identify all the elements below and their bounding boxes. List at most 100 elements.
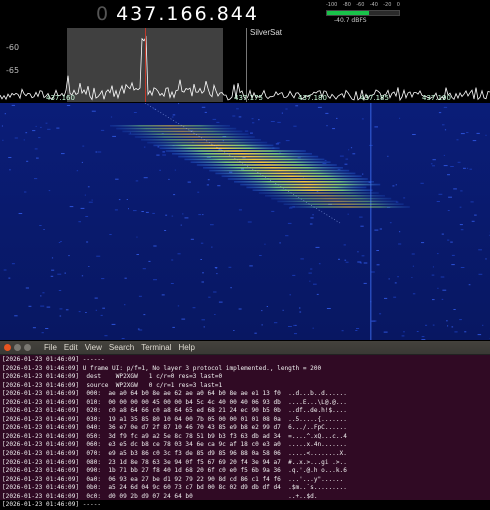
terminal-line: [2026-01-23 01:46:09] 080: 23 1d 8e 78 6… (2, 459, 490, 468)
menu-file[interactable]: File (44, 343, 57, 352)
waterfall-noise (477, 133, 480, 134)
waterfall-noise (345, 260, 347, 261)
waterfall-noise (213, 292, 216, 293)
waterfall-noise (77, 170, 78, 171)
waterfall-noise (215, 267, 218, 268)
waterfall-noise (299, 312, 301, 313)
waterfall-noise (325, 113, 328, 114)
waterfall-noise (276, 143, 279, 144)
frequency-tick: 437.185 (360, 94, 389, 102)
waterfall-noise (298, 157, 301, 158)
waterfall-noise (323, 163, 327, 164)
terminal-output[interactable]: [2026-01-23 01:46:09] ------ [2026-01-23… (0, 355, 490, 510)
terminal-window[interactable]: File Edit View Search Terminal Help [202… (0, 341, 490, 500)
waterfall-noise (450, 242, 453, 243)
waterfall-noise (441, 277, 445, 278)
waterfall-noise (448, 210, 450, 211)
waterfall-noise (453, 188, 457, 189)
menu-search[interactable]: Search (109, 343, 134, 352)
waterfall-noise (352, 153, 355, 154)
waterfall-noise (264, 244, 265, 245)
close-icon[interactable] (4, 344, 11, 351)
waterfall-noise (250, 133, 253, 134)
waterfall-noise (60, 308, 63, 309)
waterfall-noise (403, 197, 405, 198)
minimize-icon[interactable] (14, 344, 21, 351)
waterfall-noise (201, 243, 203, 244)
terminal-line: [2026-01-23 01:46:09] 020: c0 a8 64 66 c… (2, 407, 490, 416)
waterfall-signal-row (116, 128, 236, 130)
waterfall-noise (165, 215, 167, 216)
waterfall-signal-row (184, 159, 324, 161)
waterfall-noise (310, 217, 313, 218)
tuning-line[interactable] (145, 28, 146, 102)
waterfall-noise (85, 195, 86, 196)
waterfall-noise (258, 119, 260, 120)
waterfall-noise (98, 152, 102, 153)
menu-terminal[interactable]: Terminal (141, 343, 171, 352)
terminal-line: [2026-01-23 01:46:09] 0a0: 06 93 ea 27 b… (2, 476, 490, 485)
waterfall-noise (197, 192, 199, 193)
waterfall-noise (60, 316, 62, 317)
waterfall-noise (384, 298, 387, 299)
waterfall-noise (479, 274, 483, 275)
waterfall-noise (362, 255, 365, 256)
maximize-icon[interactable] (24, 344, 31, 351)
terminal-line: [2026-01-23 01:46:09] 010: 00 00 00 00 4… (2, 399, 490, 408)
waterfall-noise (439, 194, 443, 195)
waterfall-noise (153, 246, 156, 247)
waterfall-noise (205, 112, 207, 113)
waterfall-noise (245, 131, 248, 132)
frequency-tick: 437.175 (234, 94, 263, 102)
menu-view[interactable]: View (85, 343, 102, 352)
frequency-display[interactable]: 0437.166.844 (96, 3, 259, 27)
level-readout: -40.7 dBFS (334, 17, 367, 24)
waterfall-signal-row (129, 133, 249, 135)
waterfall-noise (364, 283, 367, 284)
waterfall-noise (294, 333, 297, 334)
waterfall-noise (15, 138, 18, 139)
waterfall-noise (325, 160, 327, 161)
waterfall-noise (139, 296, 142, 297)
terminal-line: [2026-01-23 01:46:09] U frame UI: p/f=1,… (2, 365, 490, 374)
waterfall-display[interactable] (0, 103, 490, 340)
waterfall-noise (96, 256, 100, 257)
waterfall-signal-row (277, 201, 397, 203)
waterfall-signal-row (290, 206, 410, 208)
waterfall-noise (425, 325, 427, 326)
waterfall-noise (309, 273, 312, 274)
menu-edit[interactable]: Edit (64, 343, 78, 352)
waterfall-noise (36, 126, 37, 127)
waterfall-noise (172, 327, 175, 328)
waterfall-noise (119, 199, 121, 200)
waterfall-noise (57, 274, 61, 275)
waterfall-noise (310, 269, 312, 270)
waterfall-noise (26, 288, 29, 289)
terminal-line: [2026-01-23 01:46:09] dest WP2XGW 1 c/r=… (2, 373, 490, 382)
bookmark-marker-label[interactable]: SilverSat (250, 28, 282, 37)
waterfall-noise (102, 308, 105, 309)
waterfall-noise (136, 237, 137, 238)
waterfall-noise (42, 292, 44, 293)
waterfall-noise (202, 319, 206, 320)
waterfall-noise (254, 333, 256, 334)
waterfall-noise (317, 294, 319, 295)
waterfall-signal-row (222, 175, 362, 177)
waterfall-noise (115, 179, 119, 180)
waterfall-signal-row (234, 181, 374, 183)
waterfall-signal-row (284, 203, 404, 205)
spectrum-plot[interactable] (0, 28, 490, 102)
waterfall-noise (216, 122, 219, 123)
menu-help[interactable]: Help (178, 343, 194, 352)
waterfall-noise (413, 293, 415, 294)
waterfall-noise (162, 294, 165, 295)
waterfall-noise (474, 215, 477, 216)
waterfall-noise (139, 330, 143, 331)
level-tick: -40 (370, 2, 378, 8)
waterfall-noise (319, 263, 321, 264)
waterfall-noise (348, 214, 349, 215)
waterfall-noise (332, 128, 335, 129)
waterfall-noise (447, 240, 449, 241)
waterfall-signal-row (147, 142, 267, 144)
waterfall-noise (38, 137, 40, 138)
